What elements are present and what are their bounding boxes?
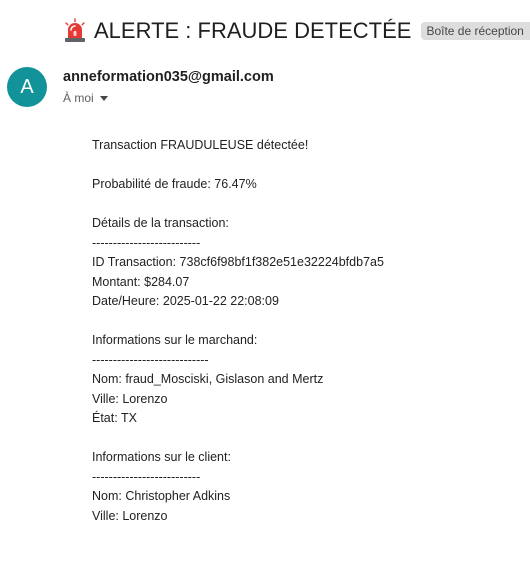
recipient-label: À moi xyxy=(63,91,94,105)
email-subject: ALERTE : FRAUDE DETECTÉE xyxy=(94,18,412,43)
email-subject-row: ALERTE : FRAUDE DETECTÉE Boîte de récept… xyxy=(62,18,530,44)
body-line: Transaction FRAUDULEUSE détectée! xyxy=(92,138,309,152)
body-line: -------------------------- xyxy=(92,235,201,250)
body-line xyxy=(92,195,384,215)
body-line: Informations sur le marchand: xyxy=(92,333,258,347)
body-line: Ville: Lorenzo xyxy=(92,391,168,406)
sender-email[interactable]: anneformation035@gmail.com xyxy=(63,69,274,85)
siren-icon xyxy=(62,18,88,44)
body-line: Informations sur le client: xyxy=(92,450,231,464)
email-body: Transaction FRAUDULEUSE détectée! Probab… xyxy=(92,136,384,526)
recipient-details-toggle[interactable]: À moi xyxy=(63,91,108,105)
inbox-label-chip[interactable]: Boîte de réception × xyxy=(421,22,530,40)
body-line xyxy=(92,312,384,332)
body-line: -------------------------- xyxy=(92,469,201,484)
avatar-letter: A xyxy=(20,75,34,98)
body-line: Date/Heure: 2025-01-22 22:08:09 xyxy=(92,294,279,308)
body-line: Probabilité de fraude: 76.47% xyxy=(92,177,257,191)
body-line: Montant: $284.07 xyxy=(92,274,190,289)
body-line xyxy=(92,156,384,176)
body-line: ID Transaction: 738cf6f98bf1f382e51e3222… xyxy=(92,255,384,269)
avatar[interactable]: A xyxy=(7,67,47,107)
inbox-label-text: Boîte de réception xyxy=(426,24,524,38)
chevron-down-icon[interactable] xyxy=(99,96,108,101)
body-line: Ville: Lorenzo xyxy=(92,508,168,523)
body-line: Nom: fraud_Mosciski, Gislason and Mertz xyxy=(92,372,324,386)
body-line xyxy=(92,429,384,449)
body-line: Détails de la transaction: xyxy=(92,216,229,230)
email-view: ALERTE : FRAUDE DETECTÉE Boîte de récept… xyxy=(0,0,530,562)
body-line: Nom: Christopher Adkins xyxy=(92,489,231,503)
body-line: État: TX xyxy=(92,411,137,425)
body-line: ---------------------------- xyxy=(92,352,209,367)
